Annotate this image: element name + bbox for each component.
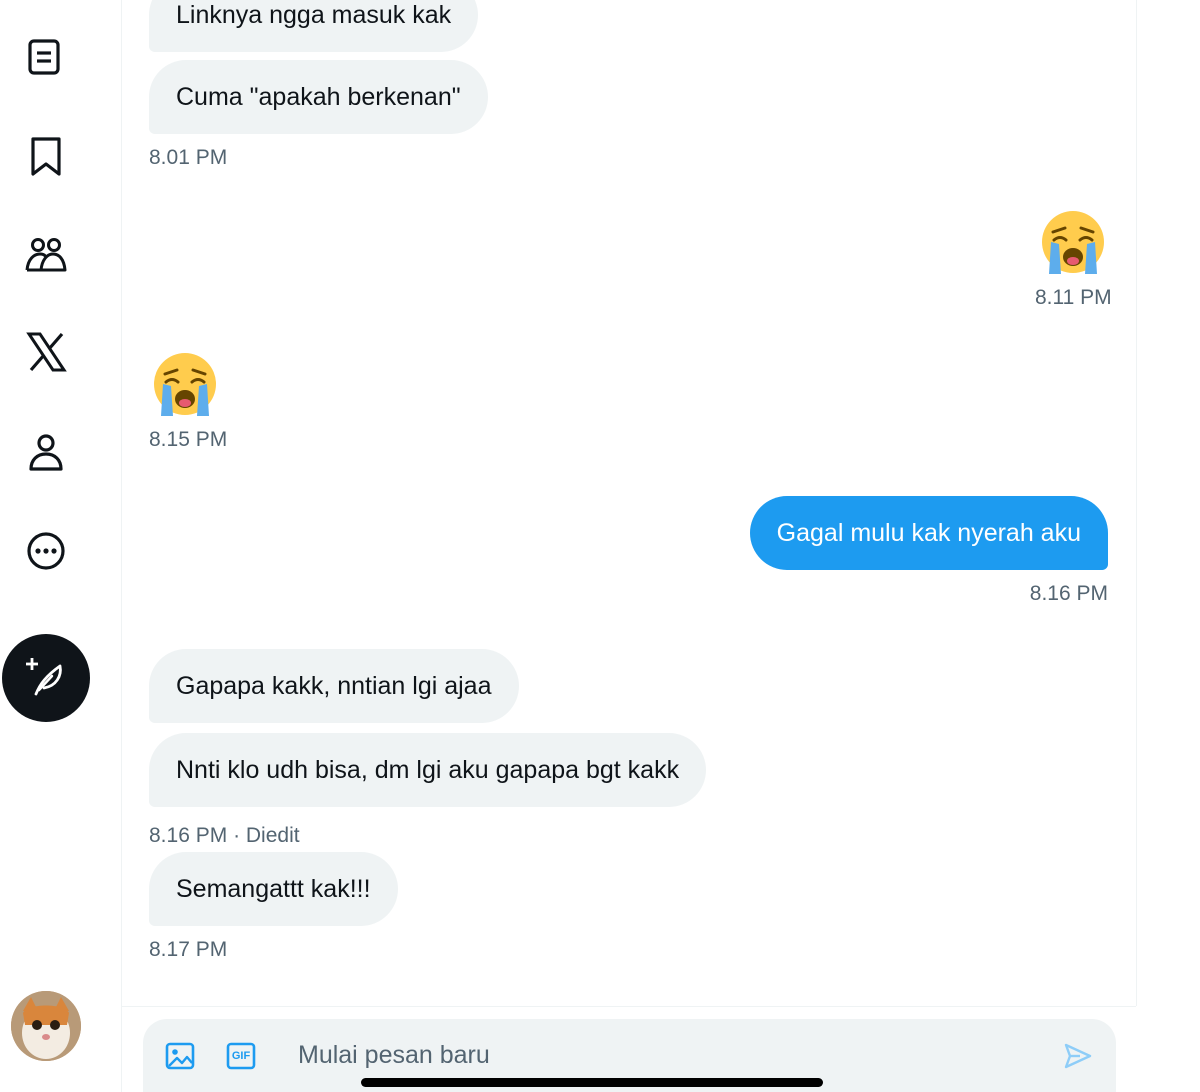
more-icon[interactable] <box>22 527 70 575</box>
gif-icon[interactable]: GIF <box>224 1039 258 1073</box>
message-timestamp: 8.16 PM · Diedit <box>149 824 300 848</box>
message-bubble-incoming[interactable]: Cuma "apakah berkenan" <box>149 60 488 134</box>
message-bubble-outgoing[interactable]: Gagal mulu kak nyerah aku <box>749 496 1108 570</box>
profile-icon[interactable] <box>22 428 70 476</box>
divider <box>1136 0 1137 1006</box>
timestamp-time: 8.16 PM <box>149 824 228 847</box>
sidebar-nav <box>0 0 122 1092</box>
lists-icon[interactable] <box>22 34 70 82</box>
avatar[interactable] <box>11 991 81 1061</box>
communities-icon[interactable] <box>22 230 70 278</box>
compose-post-button[interactable] <box>2 634 90 722</box>
message-thread: Linknya ngga masuk kak Cuma "apakah berk… <box>122 0 1136 1006</box>
edited-label: Diedit <box>245 824 300 847</box>
message-timestamp: 8.11 PM <box>1035 286 1112 309</box>
message-timestamp: 8.15 PM <box>149 428 228 451</box>
image-icon[interactable] <box>163 1039 197 1073</box>
message-input[interactable] <box>298 1033 998 1077</box>
home-indicator <box>361 1078 823 1087</box>
bookmark-icon[interactable] <box>22 132 70 180</box>
send-icon[interactable] <box>1061 1039 1095 1073</box>
divider <box>122 1006 1136 1007</box>
loudly-crying-face-emoji[interactable] <box>1039 210 1107 278</box>
message-bubble-incoming[interactable]: Nnti klo udh bisa, dm lgi aku gapapa bgt… <box>149 733 707 807</box>
message-timestamp: 8.16 PM <box>1029 582 1108 605</box>
separator-dot: · <box>233 824 246 847</box>
x-logo-icon[interactable] <box>22 328 70 376</box>
message-bubble-incoming[interactable]: Gapapa kakk, nntian lgi ajaa <box>149 649 519 723</box>
loudly-crying-face-emoji[interactable] <box>151 352 219 420</box>
message-timestamp: 8.01 PM <box>149 146 228 169</box>
message-bubble-incoming[interactable]: Semangattt kak!!! <box>149 852 398 926</box>
message-timestamp: 8.17 PM <box>149 938 228 961</box>
message-bubble-incoming[interactable]: Linknya ngga masuk kak <box>149 0 479 52</box>
compose-post-icon <box>26 658 62 696</box>
gif-label: GIF <box>231 1050 251 1062</box>
